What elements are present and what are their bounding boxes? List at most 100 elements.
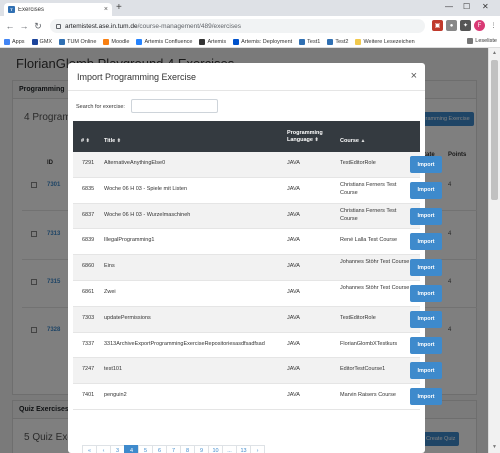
modal-title: Import Programming Exercise: [77, 72, 197, 82]
import-button[interactable]: Import: [410, 259, 442, 277]
exercise-id: 7291: [82, 160, 95, 166]
sort-icon: ⬍: [85, 138, 90, 144]
table-row: 6861 Zwei JAVA Johannes Stöhr Test Cours…: [73, 281, 420, 307]
col-language-header[interactable]: Programming Language ⬍: [287, 130, 323, 144]
moodle-icon: [103, 38, 110, 45]
exercise-id: 6860: [82, 263, 95, 270]
page-scrollbar[interactable]: ▲ ▼: [488, 48, 500, 453]
pagination-page[interactable]: 7: [166, 445, 181, 453]
close-icon[interactable]: ×: [411, 70, 417, 82]
scroll-down-icon[interactable]: ▼: [492, 444, 497, 450]
maximize-icon[interactable]: ☐: [463, 2, 470, 11]
exercise-course: Marvin Raisers Course: [340, 392, 396, 399]
table-row: 6839 IllegalProgramming1 JAVA René Lalla…: [73, 229, 420, 256]
bamboo-icon: [233, 38, 240, 45]
pagination-page[interactable]: 6: [152, 445, 167, 453]
browser-toolbar: ← → ↻ artemistest.ase.in.tum.de /course-…: [0, 16, 500, 36]
tum-icon: [299, 38, 306, 45]
sort-ascending-icon: ▲: [360, 138, 366, 144]
avatar[interactable]: F: [474, 20, 485, 31]
search-input[interactable]: [131, 99, 218, 113]
tum-favicon-icon: T: [8, 6, 15, 13]
sort-icon: ⬍: [116, 138, 121, 144]
address-bar[interactable]: artemistest.ase.in.tum.de /course-manage…: [50, 19, 425, 33]
sort-icon: ⬍: [314, 137, 319, 143]
exercise-course: Johannes Stöhr Test Course: [340, 284, 410, 291]
exercise-course: Christians Ferners Test Course: [340, 207, 397, 222]
table-row: 6860 Eins JAVA Johannes Stöhr Test Cours…: [73, 255, 420, 281]
import-button[interactable]: Import: [410, 207, 442, 225]
import-button[interactable]: Import: [410, 233, 442, 251]
scroll-up-icon[interactable]: ▲: [492, 50, 497, 56]
reload-icon[interactable]: ↻: [31, 21, 45, 32]
pagination-first[interactable]: «: [82, 445, 97, 453]
import-button[interactable]: Import: [410, 336, 442, 354]
new-tab-icon[interactable]: +: [116, 3, 122, 13]
bookmark-tum-online[interactable]: TUM Online: [59, 38, 96, 45]
import-button[interactable]: Import: [410, 285, 442, 302]
exercise-id: 7303: [82, 314, 95, 321]
pagination-prev[interactable]: ‹: [96, 445, 111, 453]
pagination-page[interactable]: 10: [208, 445, 223, 453]
pagination-page[interactable]: 13: [236, 445, 251, 453]
col-title-header[interactable]: Title ⬍: [104, 138, 121, 145]
pagination-page[interactable]: 9: [194, 445, 209, 453]
bookmark-moodle[interactable]: Moodle: [103, 38, 129, 45]
extension-icon[interactable]: ●: [446, 20, 457, 31]
bookmark-artemis[interactable]: Artemis: [199, 38, 226, 45]
bookmark-artemis-deployment[interactable]: Artemis: Deployment: [233, 38, 292, 45]
exercise-language: JAVA: [287, 160, 300, 166]
window-close-icon[interactable]: ✕: [482, 2, 489, 11]
exercise-course: Johannes Stöhr Test Course: [340, 259, 410, 266]
bookmark-test1[interactable]: Test1: [299, 38, 320, 45]
pagination-page-active[interactable]: 4: [124, 445, 139, 453]
import-button[interactable]: Import: [410, 156, 442, 173]
bookmark-apps[interactable]: Apps: [4, 38, 25, 45]
exercise-course: EditorTestCourse1: [340, 366, 386, 373]
exercise-course: TestEditorRole: [340, 314, 376, 321]
table-row: 7337 3313ArchiveExportProgrammingExercis…: [73, 333, 420, 359]
pagination-next[interactable]: ›: [250, 445, 265, 453]
forward-arrow-icon[interactable]: →: [17, 21, 31, 31]
minimize-icon[interactable]: —: [445, 2, 453, 11]
import-button[interactable]: Import: [410, 388, 442, 406]
exercise-course: FlorianGlombXTestkurs: [340, 340, 398, 347]
browser-tab[interactable]: T Exercises ×: [4, 3, 112, 16]
table-row: 6837 Woche 06 H 03 - Wurzelmaschineh JAV…: [73, 203, 420, 230]
col-num-header[interactable]: # ⬍: [81, 138, 90, 145]
exercise-title: updatePermissions: [104, 314, 151, 321]
exercise-language: JAVA: [287, 288, 300, 295]
pagination-page[interactable]: 8: [180, 445, 195, 453]
exercise-id: 7337: [82, 340, 95, 347]
table-row: 7291 AlternativeAnythingElse0 JAVA TestE…: [73, 152, 420, 178]
exercise-language: JAVA: [287, 392, 300, 399]
exercise-id: 6835: [82, 185, 95, 192]
pagination-page[interactable]: 3: [110, 445, 125, 453]
bookmarks-bar: Apps GMX TUM Online Moodle Artemis Confl…: [0, 36, 500, 48]
scrollbar-thumb[interactable]: [491, 60, 498, 200]
exercise-title: Woche 06 H 03 - Wurzelmaschineh: [104, 211, 191, 218]
bookmark-more[interactable]: Weitere Lesezeichen: [355, 38, 415, 45]
import-button[interactable]: Import: [410, 181, 442, 199]
bookmark-artemis-confluence[interactable]: Artemis Confluence: [136, 38, 192, 45]
bookmark-gmx[interactable]: GMX: [31, 38, 52, 45]
url-path: /course-management/489/exercises: [137, 22, 241, 30]
exercise-title: IllegalProgramming1: [104, 237, 155, 244]
lock-icon: [56, 23, 61, 29]
exercise-language: JAVA: [287, 185, 300, 192]
col-course-header[interactable]: Course ▲: [340, 138, 365, 145]
exercise-title: test101: [104, 366, 123, 373]
tab-close-icon[interactable]: ×: [104, 6, 108, 13]
extension-icon[interactable]: ▣: [432, 20, 443, 31]
browser-tabstrip: T Exercises × + — ☐ ✕: [0, 0, 500, 16]
import-button[interactable]: Import: [410, 310, 442, 328]
bookmark-test2[interactable]: Test2: [327, 38, 348, 45]
exercise-title: Eins: [104, 263, 115, 270]
import-button[interactable]: Import: [410, 362, 442, 380]
reading-list[interactable]: Leseliste: [467, 38, 497, 44]
pagination-page[interactable]: 5: [138, 445, 153, 453]
puzzle-icon[interactable]: ✦: [460, 20, 471, 31]
exercise-title: Zwei: [104, 288, 116, 295]
menu-kebab-icon[interactable]: ⋮: [488, 20, 499, 31]
back-arrow-icon[interactable]: ←: [3, 21, 17, 31]
